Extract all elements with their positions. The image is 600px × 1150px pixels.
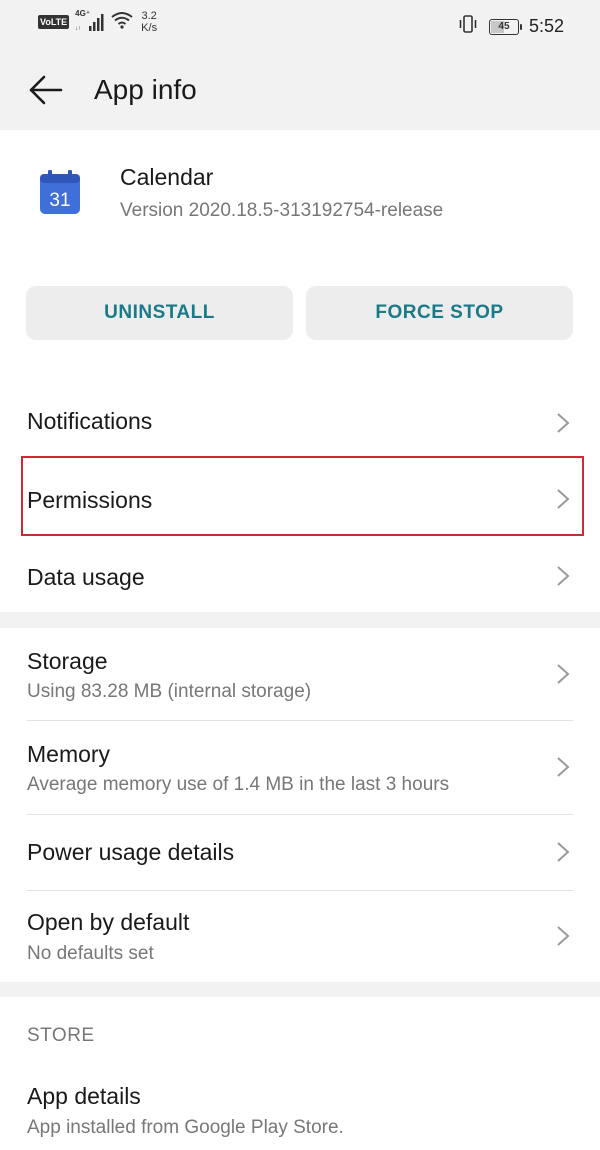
app-header-section: 31 Calendar Version 2020.18.5-313192754-…: [0, 130, 600, 612]
app-bar: App info: [0, 50, 600, 130]
network-speed: 3.2 K/s: [141, 10, 157, 34]
battery-level: 45: [498, 20, 510, 32]
settings-item-notifications[interactable]: Notifications: [0, 384, 600, 460]
battery-icon: 45: [488, 18, 522, 35]
wifi-icon: [111, 11, 133, 34]
settings-item-sub: Using 83.28 MB (internal storage): [27, 681, 312, 702]
section-header: STORE: [27, 1025, 95, 1046]
svg-text:↓↑: ↓↑: [75, 26, 81, 32]
chevron-right-icon: [557, 489, 570, 509]
app-details-section: Storage Using 83.28 MB (internal storage…: [0, 628, 600, 982]
chevron-right-icon: [557, 566, 570, 586]
app-version: Version 2020.18.5-313192754-release: [120, 200, 444, 221]
settings-item-sub: Average memory use of 1.4 MB in the last…: [27, 774, 450, 795]
clock: 5:52: [528, 16, 564, 36]
chevron-right-icon: [557, 413, 570, 433]
settings-item-app-details[interactable]: App details App installed from Google Pl…: [0, 1067, 600, 1150]
calendar-app-icon: 31: [40, 170, 80, 214]
settings-item-open-by-default[interactable]: Open by default No defaults set: [0, 891, 600, 982]
arrow-back-icon[interactable]: [28, 74, 64, 106]
settings-item-label: App details: [27, 1083, 141, 1109]
settings-item-label: Storage: [27, 648, 108, 674]
settings-item-label: Permissions: [27, 487, 153, 513]
settings-item-data-usage[interactable]: Data usage: [0, 538, 600, 612]
settings-item-sub: App installed from Google Play Store.: [27, 1117, 344, 1138]
settings-item-permissions[interactable]: Permissions: [0, 460, 600, 536]
settings-item-power-usage[interactable]: Power usage details: [0, 815, 600, 890]
volte-icon: VoLTE: [38, 15, 70, 29]
chevron-right-icon: [557, 664, 570, 684]
settings-item-label: Open by default: [27, 909, 190, 935]
speed-unit: K/s: [141, 22, 158, 34]
status-right: 45 5:52: [457, 14, 564, 39]
calendar-icon-date: 31: [49, 190, 70, 211]
settings-item-memory[interactable]: Memory Average memory use of 1.4 MB in t…: [0, 721, 600, 814]
store-section: STORE App details App installed from Goo…: [0, 997, 600, 1150]
settings-item-sub: No defaults set: [27, 943, 154, 964]
app-name: Calendar: [120, 164, 214, 190]
settings-item-label: Power usage details: [27, 839, 235, 865]
status-left: VoLTE 4G⁺ ↓↑ 3.2 K/s: [38, 9, 157, 34]
page-title: App info: [94, 74, 197, 105]
settings-item-label: Memory: [27, 741, 111, 767]
vibrate-icon: [457, 14, 479, 39]
settings-item-storage[interactable]: Storage Using 83.28 MB (internal storage…: [0, 628, 600, 720]
uninstall-button[interactable]: UNINSTALL: [26, 286, 293, 340]
cell-signal-icon: 4G⁺ ↓↑: [75, 9, 105, 33]
settings-item-label: Data usage: [27, 564, 145, 590]
force-stop-button[interactable]: FORCE STOP: [306, 286, 573, 340]
speed-value: 3.2: [141, 10, 157, 22]
status-bar: VoLTE 4G⁺ ↓↑ 3.2 K/s 45 5:52: [0, 0, 600, 50]
chevron-right-icon: [557, 926, 570, 946]
settings-item-label: Notifications: [27, 408, 153, 434]
chevron-right-icon: [557, 757, 570, 777]
chevron-right-icon: [557, 842, 570, 862]
